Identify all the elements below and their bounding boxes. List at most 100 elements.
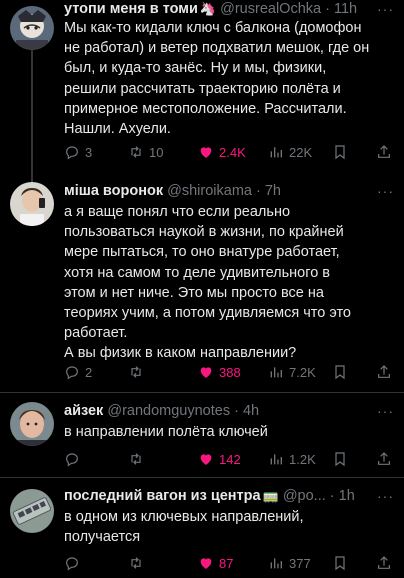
unicorn-emoji: 🦄 — [199, 1, 217, 16]
views-count: 1.2K — [289, 451, 316, 467]
tweet-text: а я ваще понял что если реально пользова… — [64, 202, 396, 364]
retweet-button[interactable]: 10 — [128, 143, 163, 161]
retweet-button[interactable] — [128, 363, 149, 381]
tweet-actions: 87 377 — [64, 554, 394, 572]
tweet-line: примерное местоположение. Рассчитали. — [64, 100, 347, 117]
retweet-icon — [131, 557, 141, 569]
like-count: 142 — [219, 451, 241, 467]
tram-emoji: 🚃 — [262, 488, 279, 503]
retweet-button[interactable] — [128, 554, 149, 572]
tweet-line: не работал) и ветер подхватил мешок, где… — [64, 40, 370, 57]
like-button[interactable]: 142 — [198, 450, 241, 468]
bookmark-button[interactable] — [332, 143, 348, 161]
views-button[interactable]: 22K — [268, 143, 312, 161]
tweet-line: мере пытаться, то оно внатуре работает, — [64, 244, 340, 261]
divider — [0, 392, 404, 393]
more-icon[interactable]: ··· — [377, 0, 394, 18]
retweet-icon — [131, 146, 141, 158]
handle[interactable]: @rusrealOchka — [220, 1, 321, 17]
tweet-2[interactable]: міша воронок @shiroikama · 7h ··· а я ва… — [0, 182, 404, 382]
display-name[interactable]: міша воронок — [64, 183, 163, 199]
display-name[interactable]: утопи меня в томи — [64, 1, 198, 17]
tweet-actions: 3 10 2.4K 22K — [64, 143, 394, 161]
heart-icon — [200, 454, 212, 465]
avatar-image — [10, 182, 54, 226]
tweet-line: хотя на самом то деле удивительного в — [64, 264, 331, 281]
display-name[interactable]: айзек — [64, 403, 103, 419]
views-icon — [270, 558, 282, 569]
avatar[interactable] — [10, 402, 54, 446]
handle[interactable]: @po... — [283, 488, 326, 504]
more-icon[interactable]: ··· — [377, 487, 394, 505]
share-icon — [378, 452, 390, 465]
tweet-text: Мы как-то кидали ключ с балкона (домофон… — [64, 18, 396, 139]
avatar[interactable] — [10, 182, 54, 226]
heart-icon — [200, 558, 212, 569]
bookmark-icon — [335, 452, 345, 467]
share-button[interactable] — [376, 143, 392, 161]
reply-count: 2 — [85, 364, 93, 380]
bookmark-button[interactable] — [332, 363, 348, 381]
tweet-3[interactable]: айзек @randomguynotes · 4h ··· в направл… — [0, 402, 404, 472]
retweet-icon — [131, 366, 141, 378]
heart-icon — [200, 367, 212, 378]
reply-count: 3 — [85, 144, 93, 160]
tweet-line: в направлении полёта ключей — [64, 424, 268, 440]
like-count: 388 — [219, 364, 241, 380]
views-icon — [270, 454, 282, 465]
tweet-text: в одном из ключевых направлений, получае… — [64, 507, 396, 547]
display-name[interactable]: последний вагон из центра — [64, 488, 261, 504]
heart-icon — [200, 147, 212, 158]
tweet-line: Нашли. Ахуели. — [64, 121, 171, 138]
tweet-line: этом и нет ниче. Это мы просто все на — [64, 284, 324, 301]
tweet-line: А вы физик в каком направлении? — [64, 345, 297, 362]
tweet-actions: 142 1.2K — [64, 450, 394, 468]
timestamp[interactable]: · 4h — [234, 403, 259, 419]
more-icon[interactable]: ··· — [377, 182, 394, 200]
tweet-header: последний вагон из центра 🚃 @po... · 1h — [64, 487, 394, 505]
timestamp[interactable]: · 11h — [325, 1, 357, 17]
retweet-count: 10 — [149, 144, 164, 160]
tweet-header: міша воронок @shiroikama · 7h — [64, 182, 394, 200]
share-button[interactable] — [376, 363, 392, 381]
tweet-line: был, и куда-то занёс. Ну и мы, физики, — [64, 60, 327, 77]
reply-button[interactable] — [64, 450, 85, 468]
bookmark-button[interactable] — [332, 450, 348, 468]
like-button[interactable]: 2.4K — [198, 143, 246, 161]
tweet-line: а я ваще понял что если реально — [64, 204, 291, 220]
share-button[interactable] — [376, 450, 392, 468]
avatar[interactable] — [10, 489, 54, 533]
tweet-1[interactable]: утопи меня в томи 🦄 @rusrealOchka · 11h ·… — [0, 0, 404, 170]
views-icon — [270, 147, 282, 158]
bookmark-icon — [335, 556, 345, 571]
bookmark-icon — [335, 145, 345, 160]
like-button[interactable]: 87 — [198, 554, 233, 572]
share-icon — [378, 145, 390, 158]
tweet-header: айзек @randomguynotes · 4h — [64, 402, 394, 420]
handle[interactable]: @shiroikama — [167, 183, 252, 199]
timestamp[interactable]: · 1h — [330, 488, 355, 504]
reply-button[interactable] — [64, 554, 85, 572]
reply-button[interactable]: 2 — [64, 363, 92, 381]
bookmark-button[interactable] — [332, 554, 348, 572]
views-icon — [270, 367, 282, 378]
retweet-icon — [131, 453, 141, 465]
views-count: 22K — [289, 144, 313, 160]
avatar-image — [10, 6, 54, 50]
handle[interactable]: @randomguynotes — [107, 403, 230, 419]
bookmark-icon — [335, 365, 345, 380]
views-button[interactable]: 7.2K — [268, 363, 316, 381]
avatar-image — [10, 489, 54, 533]
share-button[interactable] — [376, 554, 392, 572]
views-button[interactable]: 1.2K — [268, 450, 316, 468]
tweet-4[interactable]: последний вагон из центра 🚃 @po... · 1h ·… — [0, 487, 404, 578]
retweet-button[interactable] — [128, 450, 149, 468]
reply-button[interactable]: 3 — [64, 143, 92, 161]
avatar-image — [10, 402, 54, 446]
more-icon[interactable]: ··· — [377, 402, 394, 420]
views-button[interactable]: 377 — [268, 554, 311, 572]
tweet-line: Мы как-то кидали ключ с балкона (домофон — [64, 20, 362, 36]
timestamp[interactable]: · 7h — [256, 183, 281, 199]
like-button[interactable]: 388 — [198, 363, 241, 381]
avatar[interactable] — [10, 6, 54, 50]
